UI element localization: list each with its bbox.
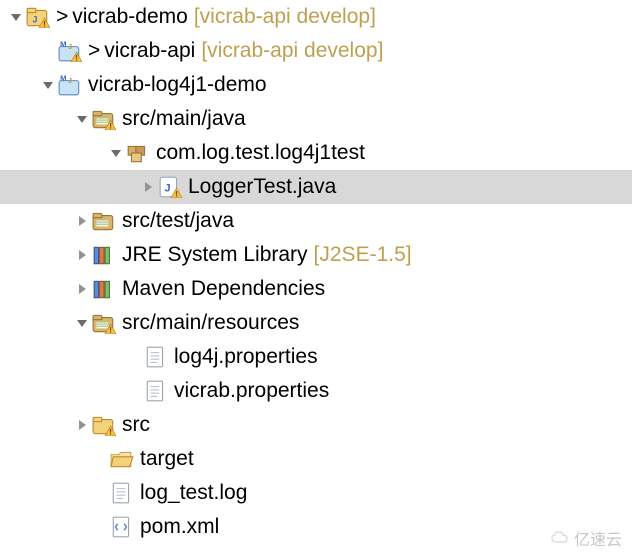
- tree-item[interactable]: log4j.properties: [0, 340, 632, 374]
- disclosure-triangle-expanded-icon[interactable]: [40, 77, 56, 93]
- tree-item-label: vicrab-demo: [72, 5, 188, 29]
- disclosure-triangle-collapsed-icon[interactable]: [74, 281, 90, 297]
- project-tree[interactable]: J>vicrab-demo[vicrab-api develop]MJ>vicr…: [0, 0, 632, 544]
- tree-item[interactable]: vicrab.properties: [0, 374, 632, 408]
- tree-item-label: pom.xml: [140, 515, 219, 539]
- folder-warn-icon: [92, 414, 116, 436]
- tree-item[interactable]: pom.xml: [0, 510, 632, 544]
- file-icon: [144, 346, 168, 368]
- java-warn-icon: J: [158, 176, 182, 198]
- svg-text:J: J: [33, 14, 38, 24]
- tree-item[interactable]: J >vicrab-demo[vicrab-api develop]: [0, 0, 632, 34]
- source-folder-icon: [92, 210, 116, 232]
- svg-text:M: M: [60, 74, 66, 83]
- tree-item-label: src: [122, 413, 150, 437]
- project-warn-icon: J: [26, 6, 50, 28]
- disclosure-triangle-collapsed-icon[interactable]: [74, 247, 90, 263]
- maven-module-icon: MJ: [58, 74, 82, 96]
- tree-item[interactable]: MJ >vicrab-api[vicrab-api develop]: [0, 34, 632, 68]
- file-icon: [110, 482, 134, 504]
- package-icon: [126, 142, 150, 164]
- library-icon: [92, 244, 116, 266]
- branch-decorator: [vicrab-api develop]: [201, 39, 383, 63]
- branch-decorator: [J2SE-1.5]: [314, 243, 412, 267]
- tree-item[interactable]: JRE System Library[J2SE-1.5]: [0, 238, 632, 272]
- tree-item[interactable]: com.log.test.log4j1test: [0, 136, 632, 170]
- tree-item[interactable]: src/main/resources: [0, 306, 632, 340]
- tree-item[interactable]: src/main/java: [0, 102, 632, 136]
- disclosure-triangle-expanded-icon[interactable]: [74, 111, 90, 127]
- disclosure-triangle-collapsed-icon[interactable]: [74, 213, 90, 229]
- watermark-text: 亿速云: [574, 526, 622, 550]
- tree-item[interactable]: target: [0, 442, 632, 476]
- tree-item-label: vicrab-api: [104, 39, 195, 63]
- tree-item[interactable]: J LoggerTest.java: [0, 170, 632, 204]
- tree-item-label: vicrab.properties: [174, 379, 329, 403]
- xml-icon: [110, 516, 134, 538]
- disclosure-triangle-expanded-icon[interactable]: [108, 145, 124, 161]
- disclosure-triangle-collapsed-icon[interactable]: [74, 417, 90, 433]
- tree-item-label: LoggerTest.java: [188, 175, 336, 199]
- branch-decorator: [vicrab-api develop]: [194, 5, 376, 29]
- tree-item-label: log4j.properties: [174, 345, 318, 369]
- tree-item[interactable]: Maven Dependencies: [0, 272, 632, 306]
- tree-item-label: src/main/java: [122, 107, 246, 131]
- tree-item[interactable]: MJvicrab-log4j1-demo: [0, 68, 632, 102]
- maven-warn-icon: MJ: [58, 40, 82, 62]
- library-icon: [92, 278, 116, 300]
- folder-open-icon: [110, 448, 134, 470]
- svg-text:M: M: [60, 40, 66, 49]
- tree-item-label: src/main/resources: [122, 311, 299, 335]
- source-folder-warn-icon: [92, 108, 116, 130]
- svg-text:J: J: [68, 76, 72, 85]
- source-folder-warn-icon: [92, 312, 116, 334]
- tree-item-label: com.log.test.log4j1test: [156, 141, 365, 165]
- tree-item-label: src/test/java: [122, 209, 234, 233]
- tree-item[interactable]: log_test.log: [0, 476, 632, 510]
- vcs-dirty-marker: >: [88, 39, 100, 63]
- cloud-icon: [550, 530, 570, 546]
- vcs-dirty-marker: >: [56, 5, 68, 29]
- file-icon: [144, 380, 168, 402]
- tree-item-label: target: [140, 447, 194, 471]
- watermark: 亿速云: [550, 526, 622, 550]
- tree-item[interactable]: src: [0, 408, 632, 442]
- disclosure-triangle-expanded-icon[interactable]: [74, 315, 90, 331]
- tree-item-label: Maven Dependencies: [122, 277, 325, 301]
- disclosure-triangle-collapsed-icon[interactable]: [140, 179, 156, 195]
- tree-item-label: JRE System Library: [122, 243, 308, 267]
- svg-text:J: J: [165, 182, 171, 194]
- tree-item[interactable]: src/test/java: [0, 204, 632, 238]
- tree-item-label: vicrab-log4j1-demo: [88, 73, 267, 97]
- svg-text:J: J: [68, 42, 72, 51]
- tree-item-label: log_test.log: [140, 481, 247, 505]
- disclosure-triangle-expanded-icon[interactable]: [8, 9, 24, 25]
